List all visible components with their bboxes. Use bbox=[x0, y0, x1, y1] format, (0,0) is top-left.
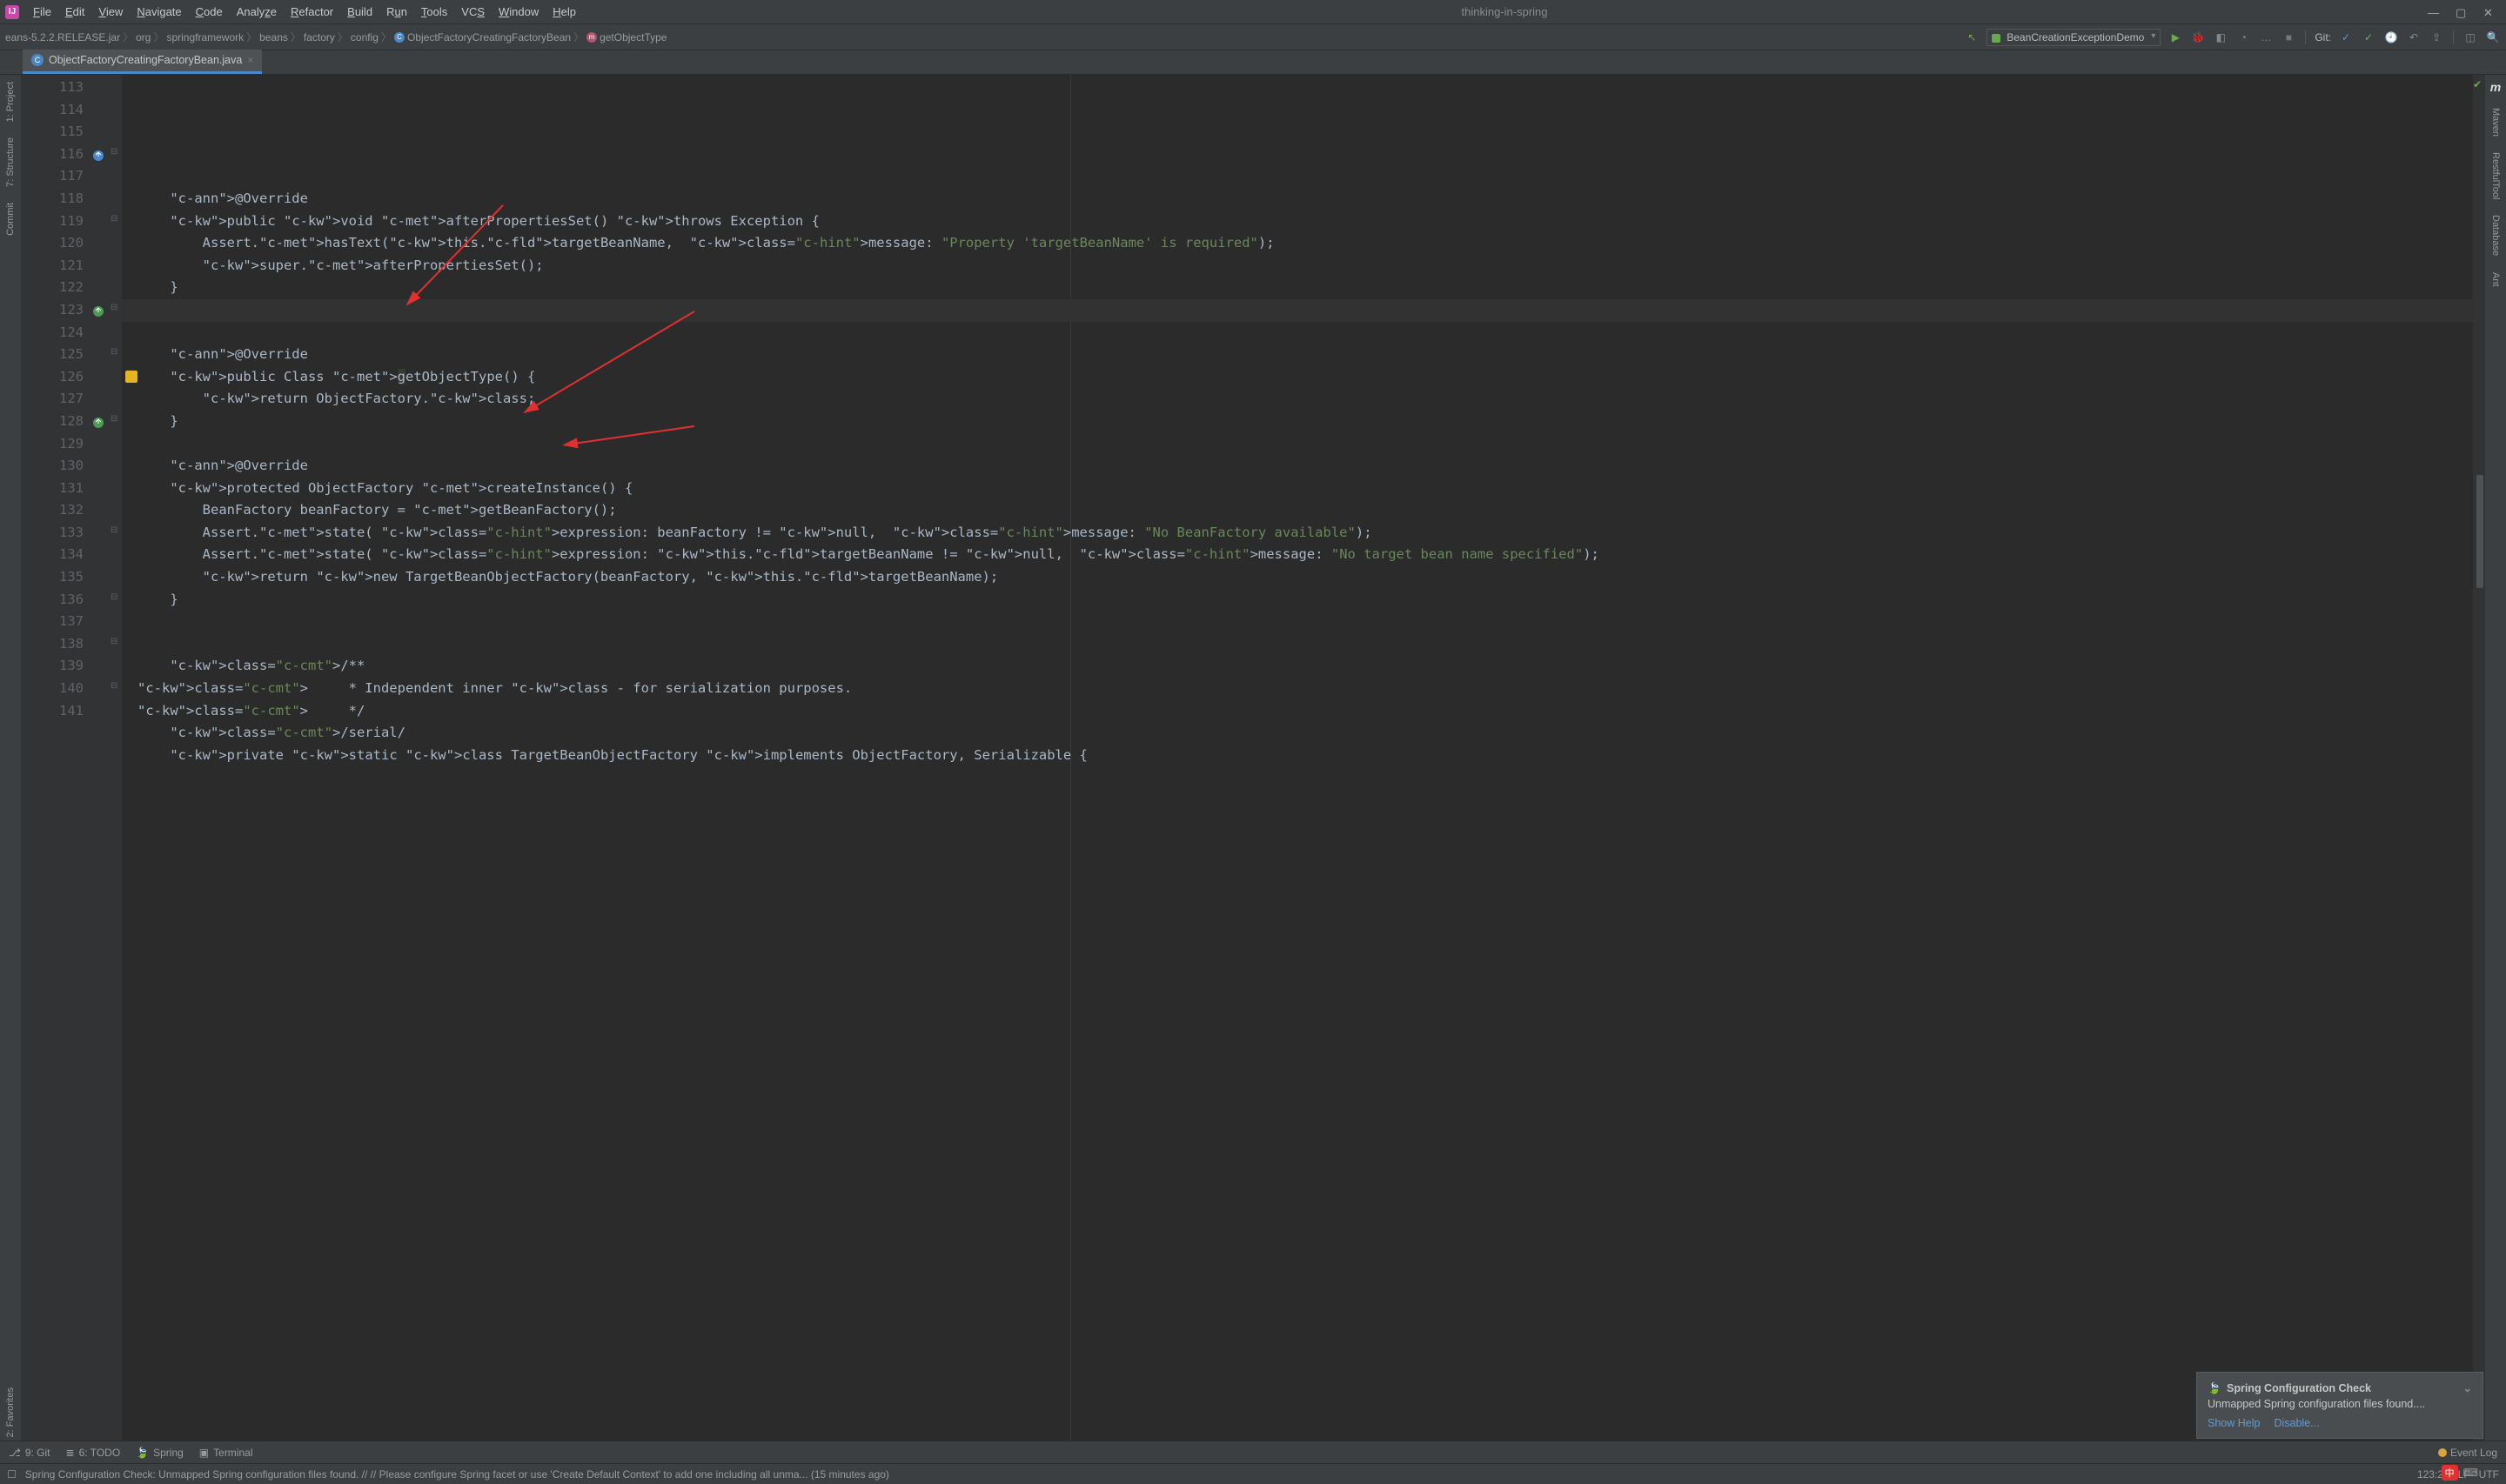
menu-view[interactable]: View bbox=[93, 3, 128, 20]
spring-leaf-icon: 🍃 bbox=[2208, 1382, 2220, 1394]
toolwin-restfultool[interactable]: RestfulTool bbox=[2489, 149, 2503, 203]
class-icon: C bbox=[31, 54, 44, 66]
close-icon[interactable]: ✕ bbox=[2483, 6, 2496, 18]
menu-run[interactable]: Run bbox=[381, 3, 412, 20]
ime-badge[interactable]: 中 bbox=[2442, 1465, 2458, 1481]
crumb[interactable]: springframework bbox=[166, 31, 244, 43]
toolwin-maven[interactable]: Maven bbox=[2489, 104, 2503, 140]
menu-edit[interactable]: Edit bbox=[60, 3, 90, 20]
titlebar: IJ File Edit View Navigate Code Analyze … bbox=[0, 0, 2506, 24]
warning-dot-icon bbox=[2438, 1448, 2447, 1457]
attach-icon[interactable]: … bbox=[2258, 30, 2274, 45]
toast-title: Spring Configuration Check bbox=[2227, 1382, 2371, 1394]
run-config-select[interactable]: BeanCreationExceptionDemo bbox=[1987, 29, 2161, 46]
menu-navigate[interactable]: Navigate bbox=[131, 3, 186, 20]
toolwin-favorites[interactable]: 2: Favorites bbox=[3, 1384, 17, 1441]
notification-toast: 🍃 Spring Configuration Check ⌄ Unmapped … bbox=[2196, 1372, 2483, 1439]
toolwin-todo[interactable]: ≣ 6: TODO bbox=[66, 1447, 121, 1459]
ide-settings-icon[interactable]: ◫ bbox=[2462, 30, 2478, 45]
toolwin-git[interactable]: ⎇ 9: Git bbox=[9, 1447, 50, 1459]
ime-overlay: 中 ⌨ bbox=[2442, 1465, 2478, 1481]
toolwin-terminal[interactable]: ▣ Terminal bbox=[199, 1447, 253, 1459]
debug-icon[interactable]: 🐞 bbox=[2190, 30, 2206, 45]
class-icon: C bbox=[394, 32, 405, 43]
menu-window[interactable]: Window bbox=[493, 3, 544, 20]
menu-analyze[interactable]: Analyze bbox=[231, 3, 282, 20]
window-title: thinking-in-spring bbox=[581, 5, 2428, 18]
crumb-method[interactable]: getObjectType bbox=[600, 31, 667, 43]
bottom-toolbar: ⎇ 9: Git ≣ 6: TODO 🍃 Spring ▣ Terminal E… bbox=[0, 1441, 2506, 1463]
app-icon: IJ bbox=[5, 5, 19, 19]
toolwin-database[interactable]: Database bbox=[2489, 211, 2503, 259]
menu-code[interactable]: Code bbox=[191, 3, 228, 20]
file-tab-label: ObjectFactoryCreatingFactoryBean.java bbox=[49, 54, 242, 66]
toolwin-eventlog[interactable]: Event Log bbox=[2438, 1447, 2497, 1459]
stop-icon[interactable]: ■ bbox=[2281, 30, 2296, 45]
menu-build[interactable]: Build bbox=[342, 3, 378, 20]
editor-tabs: C ObjectFactoryCreatingFactoryBean.java … bbox=[0, 50, 2506, 75]
method-icon: m bbox=[586, 32, 597, 43]
inspection-ok-icon: ✔ bbox=[2473, 78, 2482, 90]
navbar: eans-5.2.2.RELEASE.jar〉 org〉 springframe… bbox=[0, 24, 2506, 50]
search-everywhere-icon[interactable]: 🔍 bbox=[2485, 30, 2501, 45]
main: 1: Project 7: Structure Commit 2: Favori… bbox=[0, 75, 2506, 1441]
toast-disable[interactable]: Disable... bbox=[2274, 1417, 2319, 1429]
run-icon[interactable]: ▶ bbox=[2168, 30, 2183, 45]
toolwin-commit[interactable]: Commit bbox=[3, 199, 17, 239]
maven-logo-icon[interactable]: m bbox=[2489, 78, 2503, 96]
ime-icon[interactable]: ⌨ bbox=[2463, 1467, 2478, 1479]
status-message: Spring Configuration Check: Unmapped Spr… bbox=[25, 1468, 2409, 1481]
toast-show-help[interactable]: Show Help bbox=[2208, 1417, 2260, 1429]
toast-collapse-icon[interactable]: ⌄ bbox=[2463, 1381, 2472, 1394]
coverage-icon[interactable]: ◧ bbox=[2213, 30, 2228, 45]
maximize-icon[interactable]: ▢ bbox=[2456, 6, 2468, 18]
vcs-history-icon[interactable]: 🕘 bbox=[2383, 30, 2399, 45]
editor[interactable]: 1131141151161171181191201211221231241251… bbox=[21, 75, 2485, 1441]
menu-vcs[interactable]: VCS bbox=[456, 3, 490, 20]
vcs-commit-icon[interactable]: ✓ bbox=[2361, 30, 2376, 45]
git-label: Git: bbox=[2315, 31, 2331, 43]
menu-help[interactable]: Help bbox=[547, 3, 581, 20]
gutter[interactable]: 1131141151161171181191201211221231241251… bbox=[21, 75, 108, 1441]
crumb[interactable]: beans bbox=[259, 31, 288, 43]
vcs-revert-icon[interactable]: ↶ bbox=[2406, 30, 2422, 45]
back-to-nav-icon[interactable]: ↖ bbox=[1964, 30, 1980, 45]
crumb-class[interactable]: ObjectFactoryCreatingFactoryBean bbox=[407, 31, 571, 43]
menu-refactor[interactable]: Refactor bbox=[285, 3, 338, 20]
status-icon[interactable]: ☐ bbox=[7, 1468, 17, 1481]
toolwin-spring[interactable]: 🍃 Spring bbox=[136, 1447, 184, 1459]
toolwin-ant[interactable]: Ant bbox=[2489, 269, 2503, 291]
error-stripe[interactable]: ✔ bbox=[2473, 75, 2485, 1441]
encoding[interactable]: UTF bbox=[2479, 1468, 2499, 1481]
menu-file[interactable]: File bbox=[28, 3, 57, 20]
close-tab-icon[interactable]: × bbox=[247, 54, 253, 66]
scrollbar-thumb[interactable] bbox=[2476, 475, 2483, 588]
code-area[interactable]: "c-ann">@Override "c-kw">public "c-kw">v… bbox=[122, 75, 2473, 1441]
statusbar: ☐ Spring Configuration Check: Unmapped S… bbox=[0, 1463, 2506, 1484]
menu-tools[interactable]: Tools bbox=[416, 3, 452, 20]
crumb[interactable]: eans-5.2.2.RELEASE.jar bbox=[5, 31, 120, 43]
toolwin-structure[interactable]: 7: Structure bbox=[3, 134, 17, 191]
right-toolstrip: m Maven RestfulTool Database Ant bbox=[2485, 75, 2506, 1441]
crumb[interactable]: org bbox=[136, 31, 151, 43]
vcs-push-icon[interactable]: ⇪ bbox=[2429, 30, 2444, 45]
profile-icon[interactable]: ◔ bbox=[2235, 30, 2251, 45]
file-tab[interactable]: C ObjectFactoryCreatingFactoryBean.java … bbox=[23, 50, 262, 74]
fold-column[interactable]: ⊟⊟⊟⊟⊟⊟⊟⊟⊟ bbox=[108, 75, 122, 1441]
breadcrumb[interactable]: eans-5.2.2.RELEASE.jar〉 org〉 springframe… bbox=[5, 30, 667, 44]
menubar: File Edit View Navigate Code Analyze Ref… bbox=[28, 3, 581, 20]
minimize-icon[interactable]: — bbox=[2428, 6, 2440, 18]
toolwin-project[interactable]: 1: Project bbox=[3, 78, 17, 125]
crumb[interactable]: config bbox=[351, 31, 379, 43]
left-toolstrip: 1: Project 7: Structure Commit 2: Favori… bbox=[0, 75, 21, 1441]
toast-body: Unmapped Spring configuration files foun… bbox=[2208, 1398, 2472, 1410]
vcs-update-icon[interactable]: ✓ bbox=[2338, 30, 2354, 45]
intention-bulb-icon[interactable] bbox=[125, 371, 137, 383]
crumb[interactable]: factory bbox=[304, 31, 335, 43]
